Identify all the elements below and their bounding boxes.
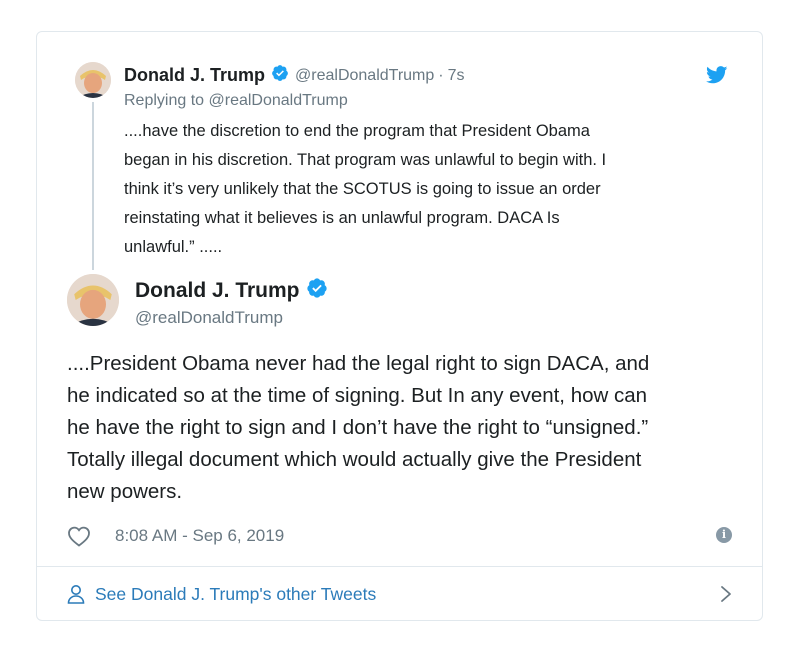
info-icon[interactable]: i [716, 527, 732, 543]
twitter-bird-icon[interactable] [706, 66, 728, 84]
tweet-timestamp[interactable]: 8:08 AM - Sep 6, 2019 [115, 526, 284, 546]
tweet-meta-row: 8:08 AM - Sep 6, 2019 i [67, 525, 732, 549]
parent-avatar[interactable] [75, 62, 111, 98]
main-author-name[interactable]: Donald J. Trump [135, 279, 300, 303]
parent-author-name[interactable]: Donald J. Trump [124, 65, 265, 86]
parent-timestamp[interactable]: 7s [448, 67, 465, 85]
separator-dot: · [438, 66, 444, 84]
chevron-right-icon[interactable] [720, 585, 732, 603]
main-avatar[interactable] [67, 274, 119, 326]
verified-badge-icon [306, 277, 328, 304]
thread-connector-line [92, 102, 94, 270]
heart-icon[interactable] [67, 525, 91, 547]
verified-badge-icon [271, 64, 289, 87]
see-other-tweets-link[interactable]: See Donald J. Trump's other Tweets [95, 584, 376, 605]
main-tweet-text: ....President Obama never had the legal … [67, 352, 650, 503]
user-avatar-icon [75, 62, 111, 98]
parent-header: Donald J. Trump @realDonaldTrump · 7s [124, 64, 465, 87]
main-header: Donald J. Trump [135, 277, 328, 304]
user-avatar-icon [67, 274, 119, 326]
parent-author-handle[interactable]: @realDonaldTrump [295, 67, 434, 85]
parent-tweet-text: ....have the discretion to end the progr… [124, 122, 607, 256]
replying-to-label[interactable]: Replying to @realDonaldTrump [124, 92, 348, 110]
embedded-tweet-card: Donald J. Trump @realDonaldTrump · 7s Re… [36, 31, 763, 621]
see-other-tweets-row[interactable]: See Donald J. Trump's other Tweets [67, 567, 732, 621]
person-icon [67, 584, 85, 604]
main-author-handle[interactable]: @realDonaldTrump [135, 308, 283, 328]
